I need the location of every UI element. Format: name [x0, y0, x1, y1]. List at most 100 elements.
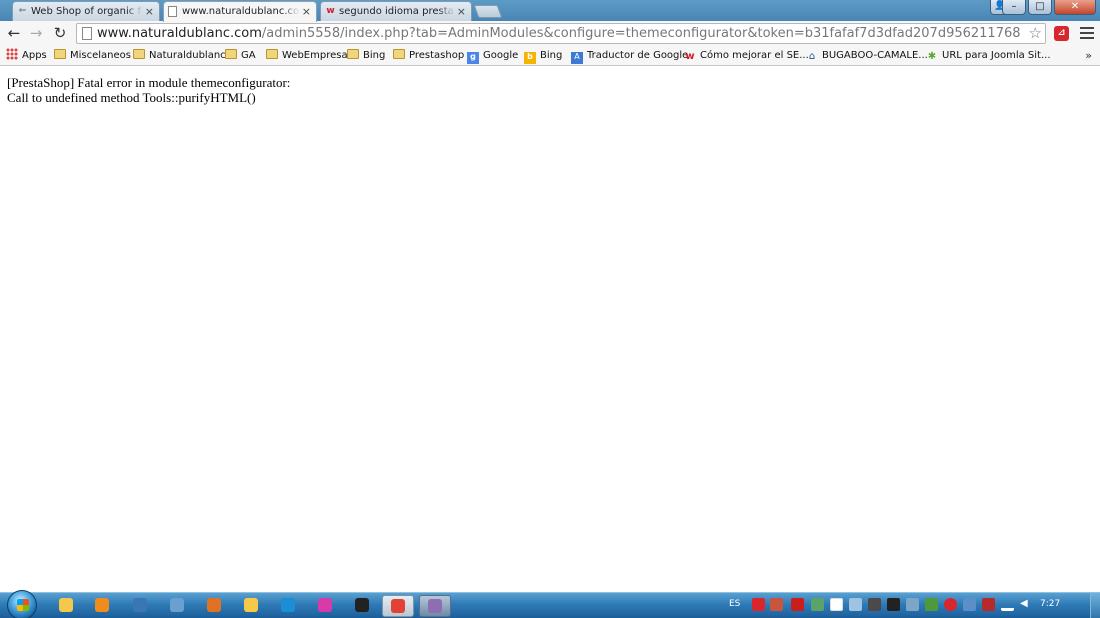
tray-app-icon[interactable]	[770, 598, 783, 611]
address-bar[interactable]: www.naturaldublanc.com/admin5558/index.p…	[76, 23, 1046, 44]
chrome-icon[interactable]	[382, 595, 414, 617]
media-player-icon[interactable]	[86, 595, 118, 617]
tab-web-shop[interactable]: ⇐ Web Shop of organic food ×	[12, 1, 160, 22]
window-controls: – □ ✕	[1002, 0, 1096, 16]
display-tray-icon[interactable]	[887, 598, 900, 611]
bookmark-item[interactable]: Naturaldublanc	[133, 48, 226, 64]
close-tab-icon[interactable]: ×	[302, 2, 311, 21]
mail-icon[interactable]	[161, 595, 193, 617]
firefox-icon[interactable]	[198, 595, 230, 617]
browser-window: ⇐ Web Shop of organic food × www.natural…	[0, 0, 1100, 618]
bookmark-item[interactable]: Apps	[6, 48, 47, 64]
usb-tray-icon[interactable]	[906, 598, 919, 611]
bookmark-label: Google	[483, 50, 519, 61]
signal-icon[interactable]	[1001, 598, 1014, 611]
bookmark-star-icon[interactable]: ☆	[1029, 24, 1042, 43]
media-center-icon[interactable]	[124, 595, 156, 617]
ie-glyph	[281, 598, 295, 612]
paint-icon[interactable]	[419, 595, 451, 617]
maximize-button[interactable]: □	[1028, 0, 1052, 15]
paint-glyph	[428, 599, 442, 613]
bookmark-item[interactable]: Miscelaneos	[54, 48, 131, 64]
sync-tray-icon[interactable]	[925, 598, 938, 611]
bookmark-item[interactable]: b Bing	[524, 48, 562, 64]
monitor-tray-icon[interactable]	[963, 598, 976, 611]
filezilla-icon[interactable]	[235, 595, 267, 617]
app-glyph	[318, 598, 332, 612]
antivirus-tray-icon[interactable]	[944, 598, 957, 611]
browser-toolbar: ← → ↻ www.naturaldublanc.com/admin5558/i…	[0, 21, 1100, 46]
bookmark-item[interactable]: Prestashop	[393, 48, 464, 64]
pdf-extension-icon[interactable]: ⊿	[1054, 26, 1069, 41]
bookmark-item[interactable]: ⌂ BUGABOO-CAMALE...	[806, 48, 928, 64]
tab-title: segundo idioma prestashop	[339, 6, 455, 17]
bookmark-label: BUGABOO-CAMALE...	[822, 50, 928, 61]
bookmark-label: Bing	[540, 50, 563, 61]
w-icon: w	[685, 51, 695, 62]
app-icon[interactable]	[309, 595, 341, 617]
page-content: [PrestaShop] Fatal error in module theme…	[0, 67, 1100, 592]
url-text[interactable]: www.naturaldublanc.com/admin5558/index.p…	[97, 24, 1021, 43]
tab-naturaldublanc[interactable]: www.naturaldublanc.com ×	[163, 1, 317, 22]
reload-button[interactable]: ↻	[50, 23, 70, 43]
bookmark-item[interactable]: WebEmpresa	[266, 48, 348, 64]
w-icon: w	[326, 6, 335, 16]
bookmark-label: Bing	[363, 50, 386, 61]
minimize-button[interactable]: –	[1002, 0, 1026, 15]
tray-window-icon[interactable]	[849, 598, 862, 611]
url-host: www.naturaldublanc.com	[97, 26, 262, 41]
filezilla-glyph	[244, 598, 258, 612]
bookmark-label: Cómo mejorar el SE...	[700, 50, 809, 61]
chrome-glyph	[391, 599, 405, 613]
close-tab-icon[interactable]: ×	[457, 2, 466, 21]
bookmarks-overflow-icon[interactable]: »	[1085, 48, 1092, 64]
chrome-menu-icon[interactable]	[1080, 24, 1094, 42]
bookmark-item[interactable]: g Google	[467, 48, 518, 64]
folder-icon	[266, 49, 278, 59]
firefox-glyph	[207, 598, 221, 612]
battery-tray-icon[interactable]	[982, 598, 995, 611]
tab-segundo-idioma[interactable]: w segundo idioma prestashop ×	[320, 1, 472, 22]
language-indicator[interactable]: ES	[729, 599, 740, 609]
forward-button[interactable]: →	[26, 23, 46, 43]
inkscape-icon[interactable]	[346, 595, 378, 617]
bookmark-label: GA	[241, 50, 256, 61]
ie-icon[interactable]	[272, 595, 304, 617]
bookmark-item[interactable]: w Cómo mejorar el SE...	[684, 48, 809, 64]
url-path: /admin5558/index.php?tab=AdminModules&co…	[261, 26, 1021, 41]
mail-glyph	[170, 598, 184, 612]
tab-strip: ⇐ Web Shop of organic food × www.natural…	[0, 0, 1100, 22]
folder-icon	[54, 49, 66, 59]
bookmark-label: Prestashop	[409, 50, 465, 61]
new-tab-button[interactable]	[473, 5, 503, 18]
back-button[interactable]: ←	[4, 23, 24, 43]
flag-icon[interactable]	[830, 598, 843, 611]
clock[interactable]: 7:27	[1040, 599, 1060, 609]
bookmark-item[interactable]: ✱ URL para Joomla Sit...	[926, 48, 1051, 64]
folder-icon	[225, 49, 237, 59]
page-icon: ⇐	[18, 6, 27, 16]
bookmark-label: Apps	[22, 50, 47, 61]
bank-icon: ⌂	[808, 51, 816, 62]
acrobat-tray-icon[interactable]	[791, 598, 804, 611]
close-window-button[interactable]: ✕	[1054, 0, 1096, 15]
google-icon: g	[467, 52, 479, 64]
folder-icon	[133, 49, 145, 59]
volume-icon[interactable]: ◀	[1020, 598, 1033, 611]
tab-title: Web Shop of organic food	[31, 6, 143, 17]
explorer-icon[interactable]	[50, 595, 82, 617]
apps-icon	[6, 48, 18, 60]
show-desktop-button[interactable]	[1090, 593, 1100, 618]
bookmark-item[interactable]: GA	[225, 48, 256, 64]
bookmark-item[interactable]: Bing	[347, 48, 385, 64]
tab-title: www.naturaldublanc.com	[182, 6, 300, 17]
pdf-tray-icon[interactable]	[752, 598, 765, 611]
bookmark-item[interactable]: A Traductor de Google	[571, 48, 688, 64]
tray-tool-icon[interactable]	[868, 598, 881, 611]
joomla-icon: ✱	[927, 51, 937, 62]
close-tab-icon[interactable]: ×	[145, 2, 154, 21]
media-player-glyph	[95, 598, 109, 612]
start-button[interactable]	[7, 590, 37, 618]
page-info-icon[interactable]	[82, 27, 92, 40]
network-tray-icon[interactable]	[811, 598, 824, 611]
